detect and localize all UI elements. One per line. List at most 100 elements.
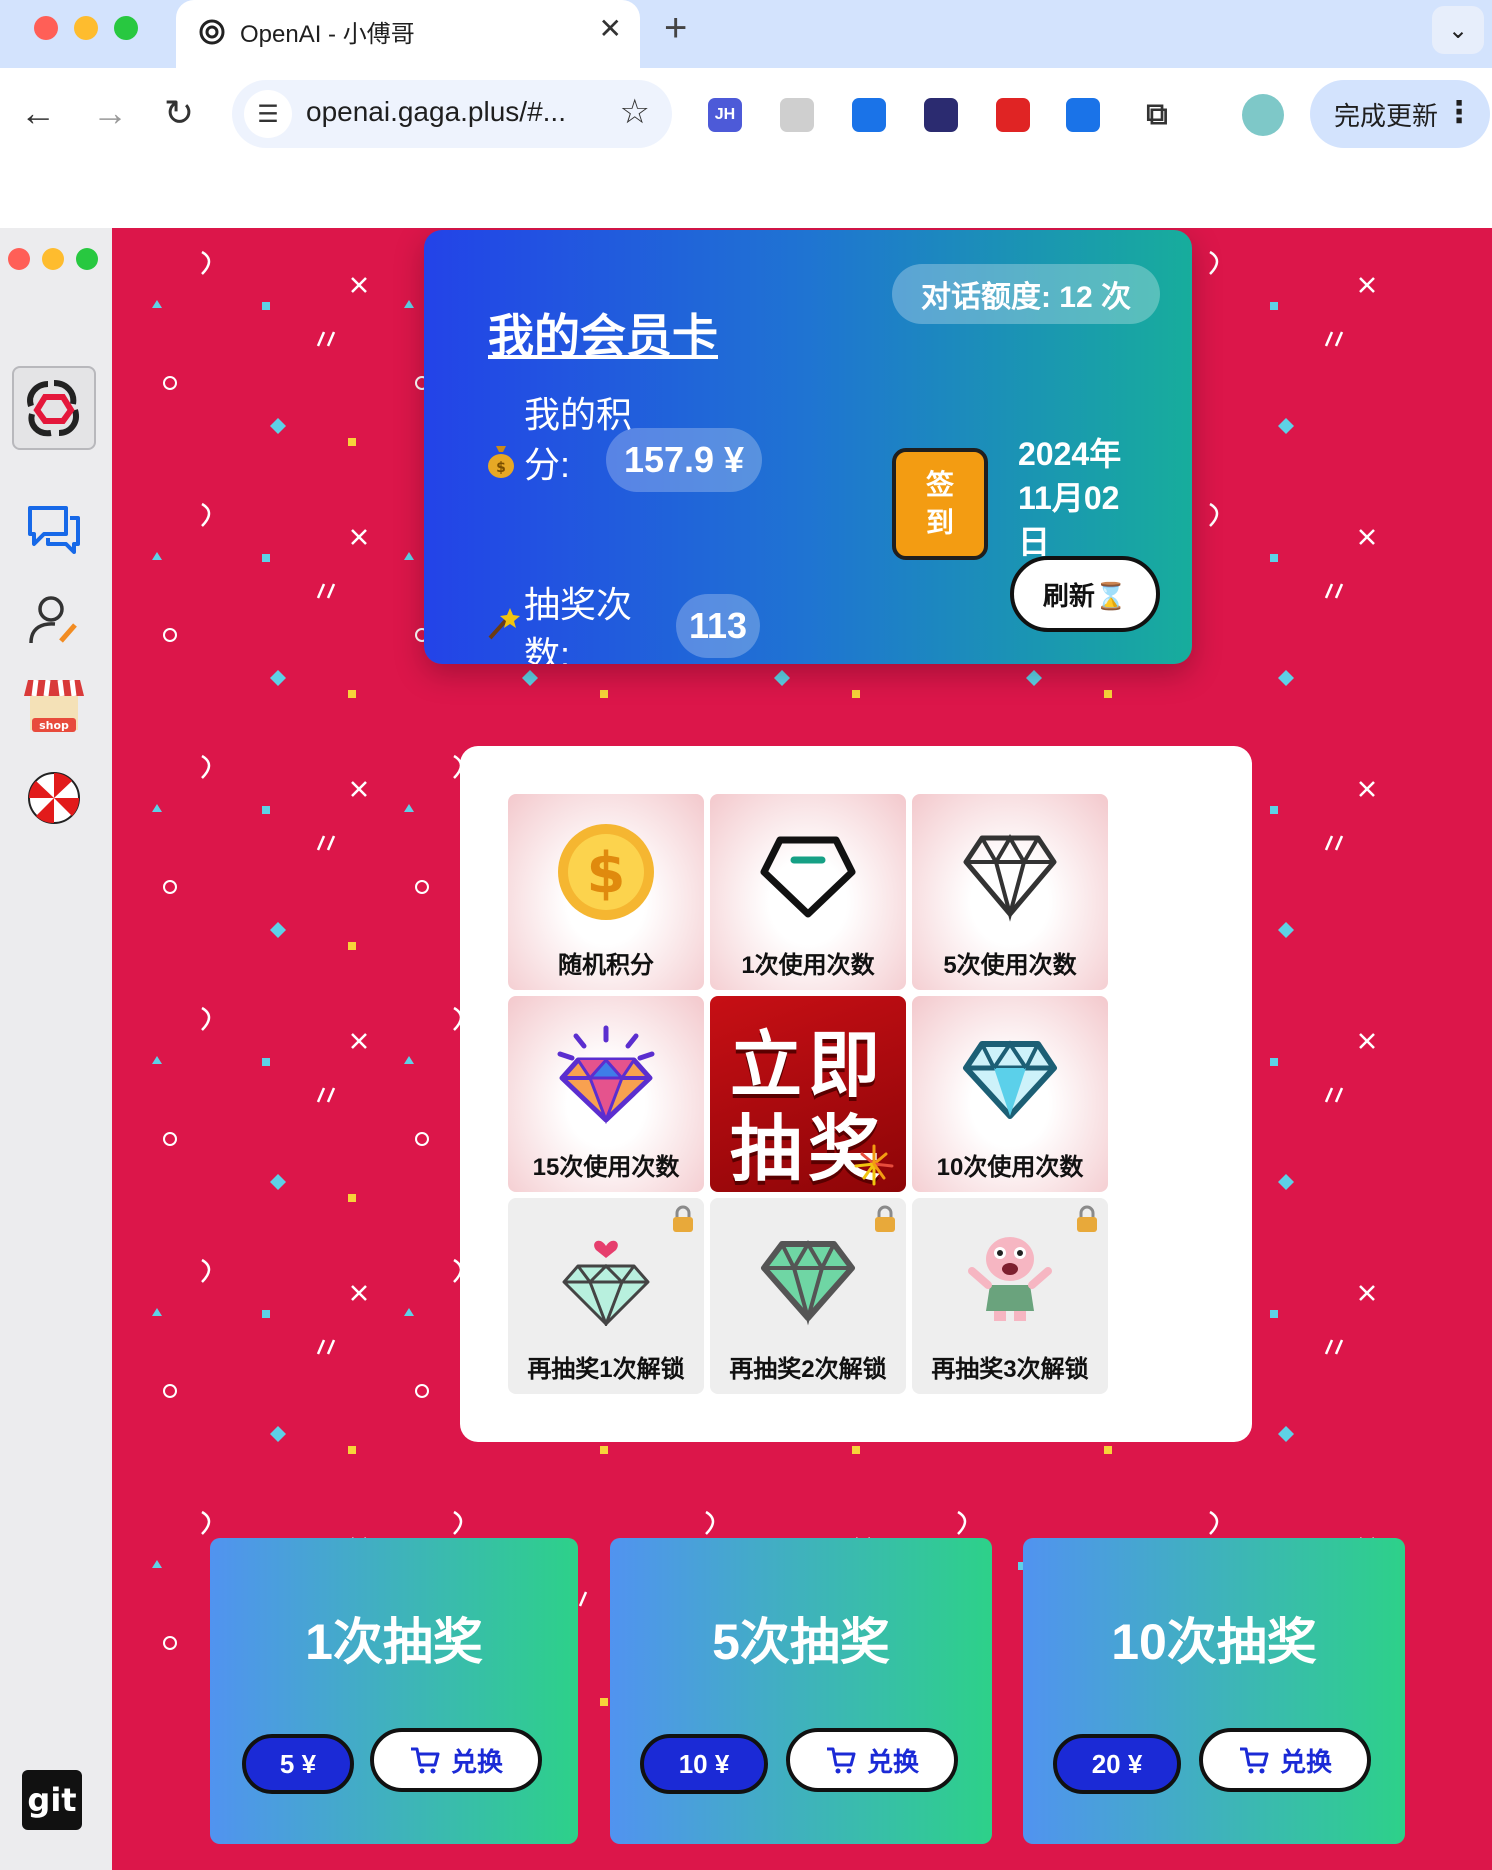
confetti-piece	[201, 1510, 211, 1535]
confetti-piece	[163, 1384, 177, 1398]
fireworks-icon	[854, 1144, 894, 1186]
prize-locked-1: 再抽奖1次解锁	[508, 1198, 704, 1394]
brain-extension-icon[interactable]	[924, 98, 958, 132]
sidebar-item-git[interactable]: git	[22, 1770, 82, 1830]
moon-extension-icon[interactable]	[780, 98, 814, 132]
confetti-piece	[316, 1087, 336, 1103]
mac-close-dot[interactable]	[8, 248, 30, 270]
confetti-piece	[1270, 1310, 1278, 1318]
confetti-piece	[152, 552, 162, 560]
extensions-puzzle-icon[interactable]: ⧉	[1140, 98, 1174, 132]
reload-icon[interactable]: ↻	[164, 92, 194, 134]
bookmark-star-icon[interactable]: ☆	[620, 92, 650, 132]
sidebar-item-chat[interactable]	[12, 488, 96, 572]
window-zoom-button[interactable]	[114, 16, 138, 40]
back-icon[interactable]: ←	[20, 92, 56, 134]
price-button[interactable]: 20 ¥	[1053, 1734, 1181, 1794]
url-text: openai.gaga.plus/#...	[306, 96, 566, 127]
confetti-piece	[600, 1698, 608, 1706]
close-tab-icon[interactable]: ✕	[599, 12, 622, 45]
prize-label: 1次使用次数	[741, 952, 875, 979]
heart-diamond-icon	[562, 1240, 650, 1326]
new-tab-button[interactable]: +	[664, 6, 687, 51]
confetti-piece	[1359, 1285, 1375, 1301]
confetti-piece	[1278, 418, 1294, 434]
confetti-piece	[1270, 1058, 1278, 1066]
prize-10-uses: 10次使用次数	[912, 996, 1108, 1192]
confetti-piece	[1270, 302, 1278, 310]
prize-random-points: $ 随机积分	[508, 794, 704, 990]
main-content: 我的会员卡 对话额度: 12 次 $ 我的积分: 157.9 ¥ 抽奖次数: 1…	[112, 228, 1492, 1870]
confetti-piece	[163, 1636, 177, 1650]
price-button[interactable]: 5 ¥	[242, 1734, 354, 1794]
forward-icon[interactable]: →	[92, 92, 128, 134]
confetti-piece	[415, 1132, 429, 1146]
exchange-button[interactable]: 兑换	[1199, 1728, 1371, 1792]
jh-extension-icon[interactable]: JH	[708, 98, 742, 132]
package-card-10: 10次抽奖 20 ¥ 兑换	[1023, 1538, 1405, 1844]
confetti-piece	[351, 529, 367, 545]
refresh-button[interactable]: 刷新⌛	[1010, 556, 1160, 632]
lock-icon	[1077, 1205, 1097, 1232]
prize-label: 再抽奖2次解锁	[729, 1356, 887, 1383]
confetti-piece	[270, 418, 286, 434]
confetti-piece	[201, 1258, 211, 1283]
confetti-piece	[404, 552, 414, 560]
sidebar-item-shop[interactable]: shop	[12, 664, 96, 748]
confetti-piece	[852, 690, 860, 698]
confetti-piece	[1324, 331, 1344, 347]
money-bag-icon: $	[486, 444, 516, 485]
confetti-piece	[152, 804, 162, 812]
confetti-piece	[404, 804, 414, 812]
confetti-piece	[351, 277, 367, 293]
user-edit-icon	[29, 596, 77, 644]
card-title: 我的会员卡	[488, 310, 718, 362]
download-extension-icon[interactable]	[852, 98, 886, 132]
confetti-piece	[348, 1194, 356, 1202]
confetti-piece	[1324, 583, 1344, 599]
mac-zoom-dot[interactable]	[76, 248, 98, 270]
mac-minimize-dot[interactable]	[42, 248, 64, 270]
confetti-piece	[1209, 1510, 1219, 1535]
exchange-button[interactable]: 兑换	[786, 1728, 958, 1792]
lottery-count-label: 抽奖次数:	[524, 584, 633, 664]
tab-search-button[interactable]: ⌄	[1432, 6, 1484, 54]
kebab-menu-icon[interactable]: ⋮	[1444, 96, 1474, 130]
update-button[interactable]: 完成更新 ⋮	[1310, 80, 1490, 148]
confetti-piece	[1278, 1426, 1294, 1442]
sidebar-item-openai[interactable]	[12, 366, 96, 450]
confetti-piece	[600, 690, 608, 698]
sidebar-item-umbrella[interactable]	[12, 756, 96, 840]
prize-locked-3: 再抽奖3次解锁	[912, 1198, 1108, 1394]
confetti-piece	[1359, 781, 1375, 797]
confetti-piece	[1359, 529, 1375, 545]
youtube-extension-icon[interactable]	[996, 98, 1030, 132]
package-card-1: 1次抽奖 5 ¥ 兑换	[210, 1538, 578, 1844]
chevron-down-icon: ⌄	[1447, 16, 1469, 44]
start-lottery-button[interactable]: 立即 抽奖	[710, 996, 906, 1192]
window-close-button[interactable]	[34, 16, 58, 40]
prize-label: 再抽奖1次解锁	[527, 1356, 685, 1383]
screen-extension-icon[interactable]	[1066, 98, 1100, 132]
active-tab[interactable]: OpenAI - 小傅哥 ✕	[176, 0, 640, 68]
shop-label: shop	[39, 719, 69, 732]
lock-icon	[673, 1205, 693, 1232]
svg-text:$: $	[587, 841, 626, 906]
confetti-piece	[262, 554, 270, 562]
price-button[interactable]: 10 ¥	[640, 1734, 768, 1794]
site-settings-icon[interactable]: ☰	[244, 90, 292, 138]
profile-avatar-icon[interactable]	[1242, 94, 1284, 136]
signin-date: 2024年11月02日	[1018, 436, 1122, 560]
prize-label: 随机积分	[558, 952, 654, 979]
window-minimize-button[interactable]	[74, 16, 98, 40]
sidebar-item-user[interactable]	[12, 578, 96, 662]
confetti-piece	[152, 300, 162, 308]
openai-logo-icon	[27, 380, 79, 437]
confetti-piece	[163, 376, 177, 390]
signin-button[interactable]: 签到	[892, 448, 988, 560]
address-bar[interactable]: ☰ openai.gaga.plus/#... ☆	[232, 80, 672, 148]
exchange-button[interactable]: 兑换	[370, 1728, 542, 1792]
prize-1-use: 1次使用次数	[710, 794, 906, 990]
diamond-outline-icon	[963, 834, 1057, 922]
coin-icon: $	[558, 824, 654, 920]
